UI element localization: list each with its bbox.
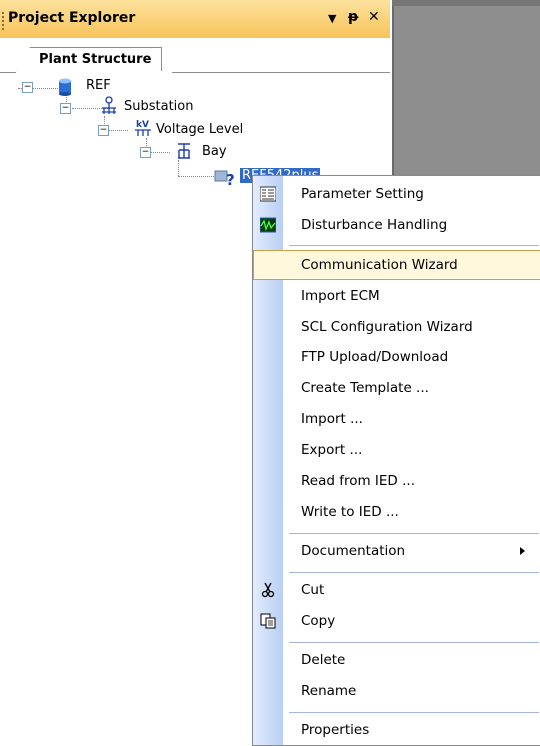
ied-unknown-icon: ?	[214, 170, 235, 187]
menu-item-label: Import ECM	[301, 288, 380, 304]
project-explorer-titlebar: Project Explorer ▼ ᵽ ✕	[0, 0, 390, 39]
collapse-toggle-substation[interactable]: −	[60, 103, 71, 114]
menu-item-label: Write to IED ...	[301, 504, 399, 520]
voltage-level-icon: kV	[135, 120, 151, 136]
menu-item-disturbance-handling[interactable]: Disturbance Handling	[253, 210, 540, 240]
menu-item-label: Properties	[301, 722, 370, 738]
menu-item-label: Rename	[301, 683, 357, 699]
menu-item-label: Copy	[301, 613, 336, 629]
menu-item-import-ecm[interactable]: Import ECM	[253, 281, 540, 311]
svg-text:kV: kV	[136, 120, 149, 130]
menu-item-parameter-setting[interactable]: Parameter Setting	[253, 179, 540, 209]
tree-node-voltage-level[interactable]: Voltage Level	[156, 120, 243, 140]
menu-item-read-from-ied[interactable]: Read from IED ...	[253, 466, 540, 496]
menu-item-import[interactable]: Import ...	[253, 404, 540, 434]
menu-item-label: Create Template ...	[301, 380, 429, 396]
menu-item-scl-configuration-wizard[interactable]: SCL Configuration Wizard	[253, 312, 540, 342]
menu-item-label: Disturbance Handling	[301, 217, 448, 233]
menu-item-label: Export ...	[301, 442, 363, 458]
dropdown-icon[interactable]: ▼	[328, 12, 336, 25]
menu-item-label: Import ...	[301, 411, 363, 427]
menu-item-label: Documentation	[301, 543, 406, 559]
database-icon	[59, 78, 71, 96]
tree-node-substation-label: Substation	[124, 99, 194, 114]
editor-area	[392, 0, 540, 175]
disturbance-icon	[260, 217, 276, 233]
collapse-toggle-voltage-level[interactable]: −	[98, 125, 109, 136]
menu-item-copy[interactable]: Copy	[253, 606, 540, 636]
menu-item-label: Cut	[301, 582, 325, 598]
menu-item-export[interactable]: Export ...	[253, 435, 540, 465]
tab-plant-structure[interactable]: Plant Structure	[16, 47, 163, 72]
drag-grip-icon[interactable]	[2, 12, 4, 30]
context-menu: Parameter Setting Disturbance Handling C…	[252, 175, 540, 746]
tree-node-voltage-level-label: Voltage Level	[156, 122, 244, 137]
menu-item-cut[interactable]: Cut	[253, 575, 540, 605]
menu-item-rename[interactable]: Rename	[253, 676, 540, 706]
tree-node-ref-label: REF	[86, 78, 111, 93]
menu-item-documentation[interactable]: Documentation	[253, 536, 540, 566]
close-icon[interactable]: ✕	[368, 9, 380, 25]
bay-icon	[178, 143, 190, 159]
collapse-toggle-ref[interactable]: −	[22, 82, 33, 93]
copy-icon	[260, 613, 276, 629]
submenu-arrow-icon	[520, 547, 525, 555]
tree-node-substation[interactable]: Substation	[124, 97, 193, 117]
menu-item-label: Parameter Setting	[301, 186, 424, 202]
substation-icon	[102, 96, 116, 114]
menu-item-label: Delete	[301, 652, 346, 668]
menu-item-communication-wizard[interactable]: Communication Wizard	[253, 250, 540, 280]
tree-node-bay-label: Bay	[202, 144, 227, 159]
scissors-icon	[261, 582, 275, 598]
collapse-toggle-bay[interactable]: −	[140, 147, 151, 158]
svg-text:?: ?	[226, 171, 235, 187]
menu-item-create-template[interactable]: Create Template ...	[253, 373, 540, 403]
parameter-icon	[260, 186, 276, 202]
tree-node-bay[interactable]: Bay	[202, 142, 227, 162]
menu-item-ftp-upload-download[interactable]: FTP Upload/Download	[253, 342, 540, 372]
menu-item-label: Read from IED ...	[301, 473, 415, 489]
pin-icon[interactable]: ᵽ	[348, 9, 358, 25]
menu-item-label: SCL Configuration Wizard	[301, 319, 473, 335]
editor-area-header	[392, 0, 540, 6]
panel-title: Project Explorer	[8, 10, 136, 26]
menu-item-write-to-ied[interactable]: Write to IED ...	[253, 497, 540, 527]
menu-item-delete[interactable]: Delete	[253, 645, 540, 675]
menu-item-label: Communication Wizard	[301, 257, 458, 273]
menu-item-label: FTP Upload/Download	[301, 349, 449, 365]
tree-node-ref[interactable]: REF	[86, 76, 111, 96]
tab-strip: Plant Structure	[0, 38, 390, 73]
menu-item-properties[interactable]: Properties	[253, 715, 540, 745]
